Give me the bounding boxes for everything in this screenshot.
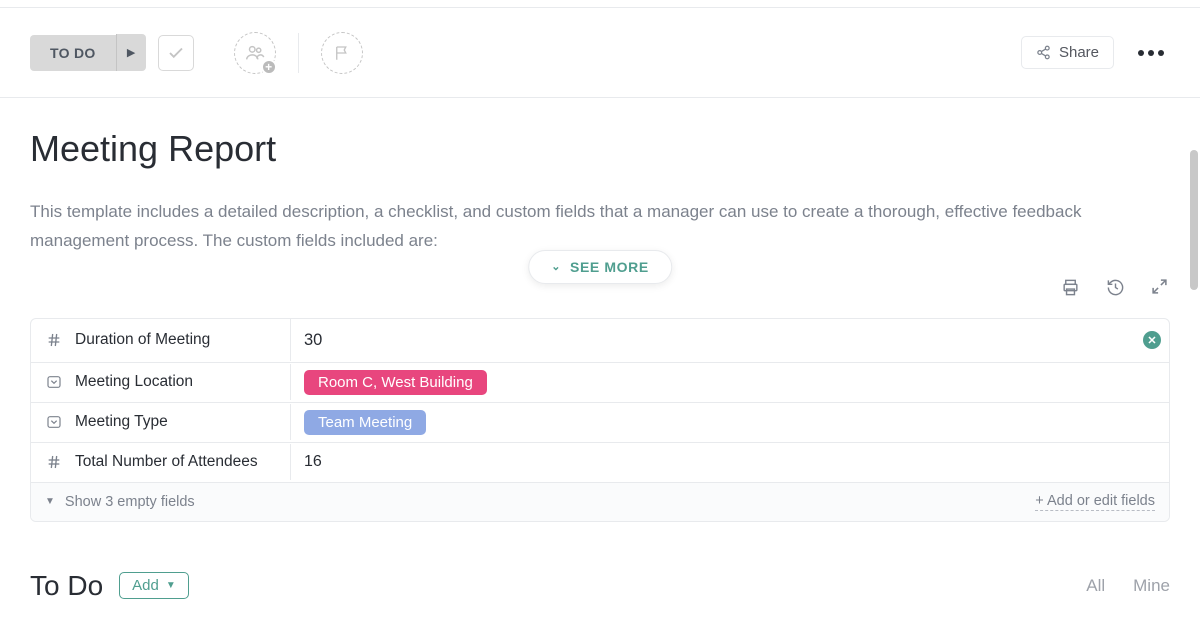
- see-more-label: SEE MORE: [570, 259, 649, 275]
- scrollbar[interactable]: [1190, 150, 1198, 290]
- custom-fields-table: Duration of Meeting 30 ✕ Meeting Locatio…: [30, 318, 1170, 522]
- tag-value: Room C, West Building: [304, 370, 487, 395]
- add-label: Add: [132, 577, 159, 594]
- content: Meeting Report This template includes a …: [0, 98, 1200, 602]
- see-more-button[interactable]: ⌄ SEE MORE: [528, 250, 672, 284]
- show-empty-fields-toggle[interactable]: ▼ Show 3 empty fields: [45, 494, 195, 510]
- check-icon: [167, 44, 185, 62]
- more-menu-button[interactable]: [1132, 44, 1170, 62]
- flag-icon: [333, 44, 351, 62]
- play-icon: ▶: [127, 46, 135, 59]
- clear-field-button[interactable]: ✕: [1143, 331, 1161, 349]
- field-row: Meeting Type Team Meeting: [31, 403, 1169, 443]
- todo-section: To Do Add ▼ All Mine: [30, 570, 1170, 602]
- field-value: 30: [304, 331, 322, 350]
- field-row: Total Number of Attendees 16: [31, 443, 1169, 483]
- history-icon[interactable]: [1106, 278, 1125, 302]
- add-todo-button[interactable]: Add ▼: [119, 572, 189, 599]
- people-icon: [244, 42, 266, 64]
- field-row: Duration of Meeting 30 ✕: [31, 319, 1169, 363]
- assignees-button[interactable]: +: [234, 32, 276, 74]
- status-button[interactable]: TO DO: [30, 35, 116, 71]
- share-icon: [1036, 45, 1051, 60]
- toolbar: TO DO ▶ + Share: [0, 8, 1200, 98]
- print-icon[interactable]: [1061, 278, 1080, 302]
- status-group: TO DO ▶: [30, 34, 146, 71]
- field-label-cell: Meeting Type: [31, 404, 291, 440]
- field-label-cell: Total Number of Attendees: [31, 444, 291, 480]
- chevron-down-icon: ⌄: [551, 260, 561, 273]
- field-label: Duration of Meeting: [75, 331, 210, 349]
- dropdown-icon: [45, 413, 63, 431]
- show-empty-label: Show 3 empty fields: [65, 494, 195, 510]
- field-value: 16: [304, 453, 322, 471]
- hash-icon: [45, 331, 63, 349]
- field-label-cell: Meeting Location: [31, 364, 291, 400]
- status-next-button[interactable]: ▶: [116, 34, 146, 71]
- content-action-icons: [1061, 278, 1168, 302]
- expand-icon[interactable]: [1151, 278, 1168, 302]
- share-label: Share: [1059, 44, 1099, 61]
- todo-filters: All Mine: [1086, 576, 1170, 596]
- field-value-cell[interactable]: 30: [291, 319, 1169, 362]
- todo-title: To Do: [30, 570, 103, 602]
- toolbar-right: Share: [1021, 36, 1170, 69]
- field-row: Meeting Location Room C, West Building: [31, 363, 1169, 403]
- todo-header-left: To Do Add ▼: [30, 570, 189, 602]
- add-assignee-badge: +: [261, 59, 277, 75]
- caret-down-icon: ▼: [45, 496, 55, 507]
- hash-icon: [45, 453, 63, 471]
- share-button[interactable]: Share: [1021, 36, 1114, 69]
- field-label: Meeting Location: [75, 373, 193, 391]
- dropdown-icon: [45, 373, 63, 391]
- fields-footer: ▼ Show 3 empty fields + Add or edit fiel…: [31, 483, 1169, 521]
- add-edit-fields-link[interactable]: + Add or edit fields: [1035, 493, 1155, 511]
- priority-button[interactable]: [321, 32, 363, 74]
- filter-mine[interactable]: Mine: [1133, 576, 1170, 596]
- see-more-wrap: ⌄ SEE MORE: [30, 246, 1170, 278]
- field-label-cell: Duration of Meeting: [31, 319, 291, 361]
- tag-value: Team Meeting: [304, 410, 426, 435]
- mark-complete-button[interactable]: [158, 35, 194, 71]
- field-value-cell[interactable]: 16: [291, 447, 1169, 477]
- field-label: Meeting Type: [75, 413, 168, 431]
- field-value-cell[interactable]: Team Meeting: [291, 404, 1169, 441]
- toolbar-separator: [298, 33, 299, 73]
- caret-down-icon: ▼: [166, 580, 176, 591]
- window-top-border: [0, 0, 1200, 8]
- filter-all[interactable]: All: [1086, 576, 1105, 596]
- field-label: Total Number of Attendees: [75, 453, 258, 471]
- field-value-cell[interactable]: Room C, West Building: [291, 364, 1169, 401]
- page-title: Meeting Report: [30, 128, 1170, 170]
